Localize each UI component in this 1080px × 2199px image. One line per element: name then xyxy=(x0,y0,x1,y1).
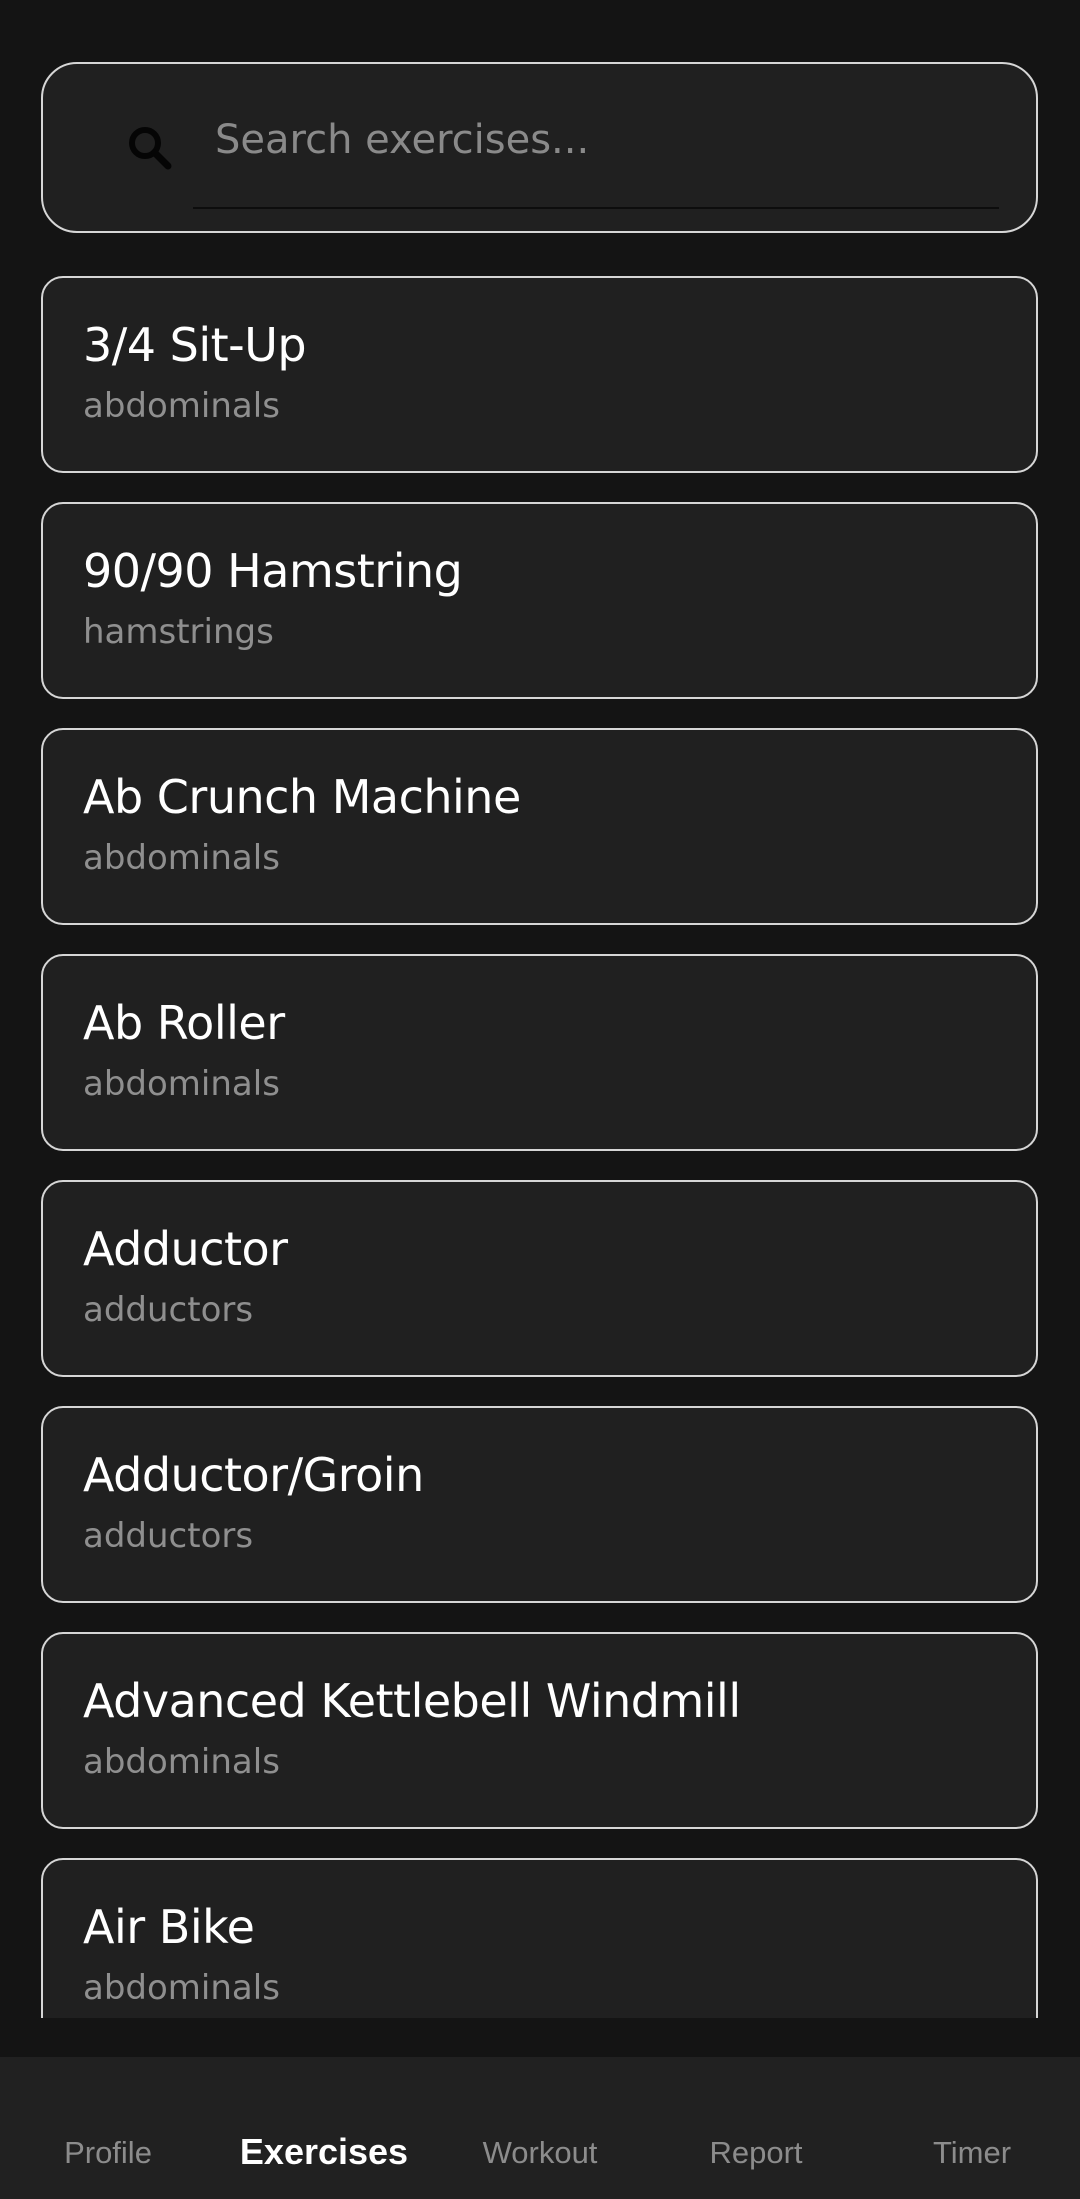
exercise-name: Advanced Kettlebell Windmill xyxy=(83,1674,741,1728)
search-icon xyxy=(123,121,179,177)
exercise-card[interactable]: Ab Roller abdominals xyxy=(41,954,1038,1151)
nav-tab-timer[interactable]: Timer xyxy=(864,2135,1080,2171)
exercise-muscle-group: adductors xyxy=(83,1290,254,1330)
exercise-card[interactable]: 3/4 Sit-Up abdominals xyxy=(41,276,1038,473)
exercise-muscle-group: abdominals xyxy=(83,1968,280,2008)
exercise-name: Ab Crunch Machine xyxy=(83,770,521,824)
exercise-muscle-group: hamstrings xyxy=(83,612,274,652)
exercise-muscle-group: abdominals xyxy=(83,1742,280,1782)
exercise-card[interactable]: Adductor/Groin adductors xyxy=(41,1406,1038,1603)
exercise-list[interactable]: 3/4 Sit-Up abdominals 90/90 Hamstring hamst… xyxy=(0,270,1080,2018)
exercise-muscle-group: adductors xyxy=(83,1516,254,1556)
exercise-list-content: 3/4 Sit-Up abdominals 90/90 Hamstring hamst… xyxy=(41,276,1038,2018)
exercise-name: Adductor xyxy=(83,1222,288,1276)
exercise-name: Ab Roller xyxy=(83,996,285,1050)
search-input[interactable] xyxy=(193,110,989,170)
nav-tab-profile[interactable]: Profile xyxy=(0,2135,216,2171)
exercise-muscle-group: abdominals xyxy=(83,838,280,878)
exercise-muscle-group: abdominals xyxy=(83,386,280,426)
exercise-name: 3/4 Sit-Up xyxy=(83,318,307,372)
exercise-name: Air Bike xyxy=(83,1900,255,1954)
nav-tab-report[interactable]: Report xyxy=(648,2135,864,2171)
exercise-card[interactable]: Air Bike abdominals xyxy=(41,1858,1038,2018)
exercises-screen: 3/4 Sit-Up abdominals 90/90 Hamstring hamst… xyxy=(0,0,1080,2199)
exercise-card[interactable]: 90/90 Hamstring hamstrings xyxy=(41,502,1038,699)
exercise-name: Adductor/Groin xyxy=(83,1448,424,1502)
nav-tab-workout[interactable]: Workout xyxy=(432,2135,648,2171)
exercise-muscle-group: abdominals xyxy=(83,1064,280,1104)
nav-tab-exercises[interactable]: Exercises xyxy=(216,2131,432,2173)
exercise-card[interactable]: Adductor adductors xyxy=(41,1180,1038,1377)
search-bar[interactable] xyxy=(41,62,1038,233)
exercise-name: 90/90 Hamstring xyxy=(83,544,463,598)
bottom-navigation: Profile Exercises Workout Report Timer xyxy=(0,2057,1080,2199)
search-input-underline xyxy=(193,207,999,209)
exercise-card[interactable]: Advanced Kettlebell Windmill abdominals xyxy=(41,1632,1038,1829)
exercise-card[interactable]: Ab Crunch Machine abdominals xyxy=(41,728,1038,925)
